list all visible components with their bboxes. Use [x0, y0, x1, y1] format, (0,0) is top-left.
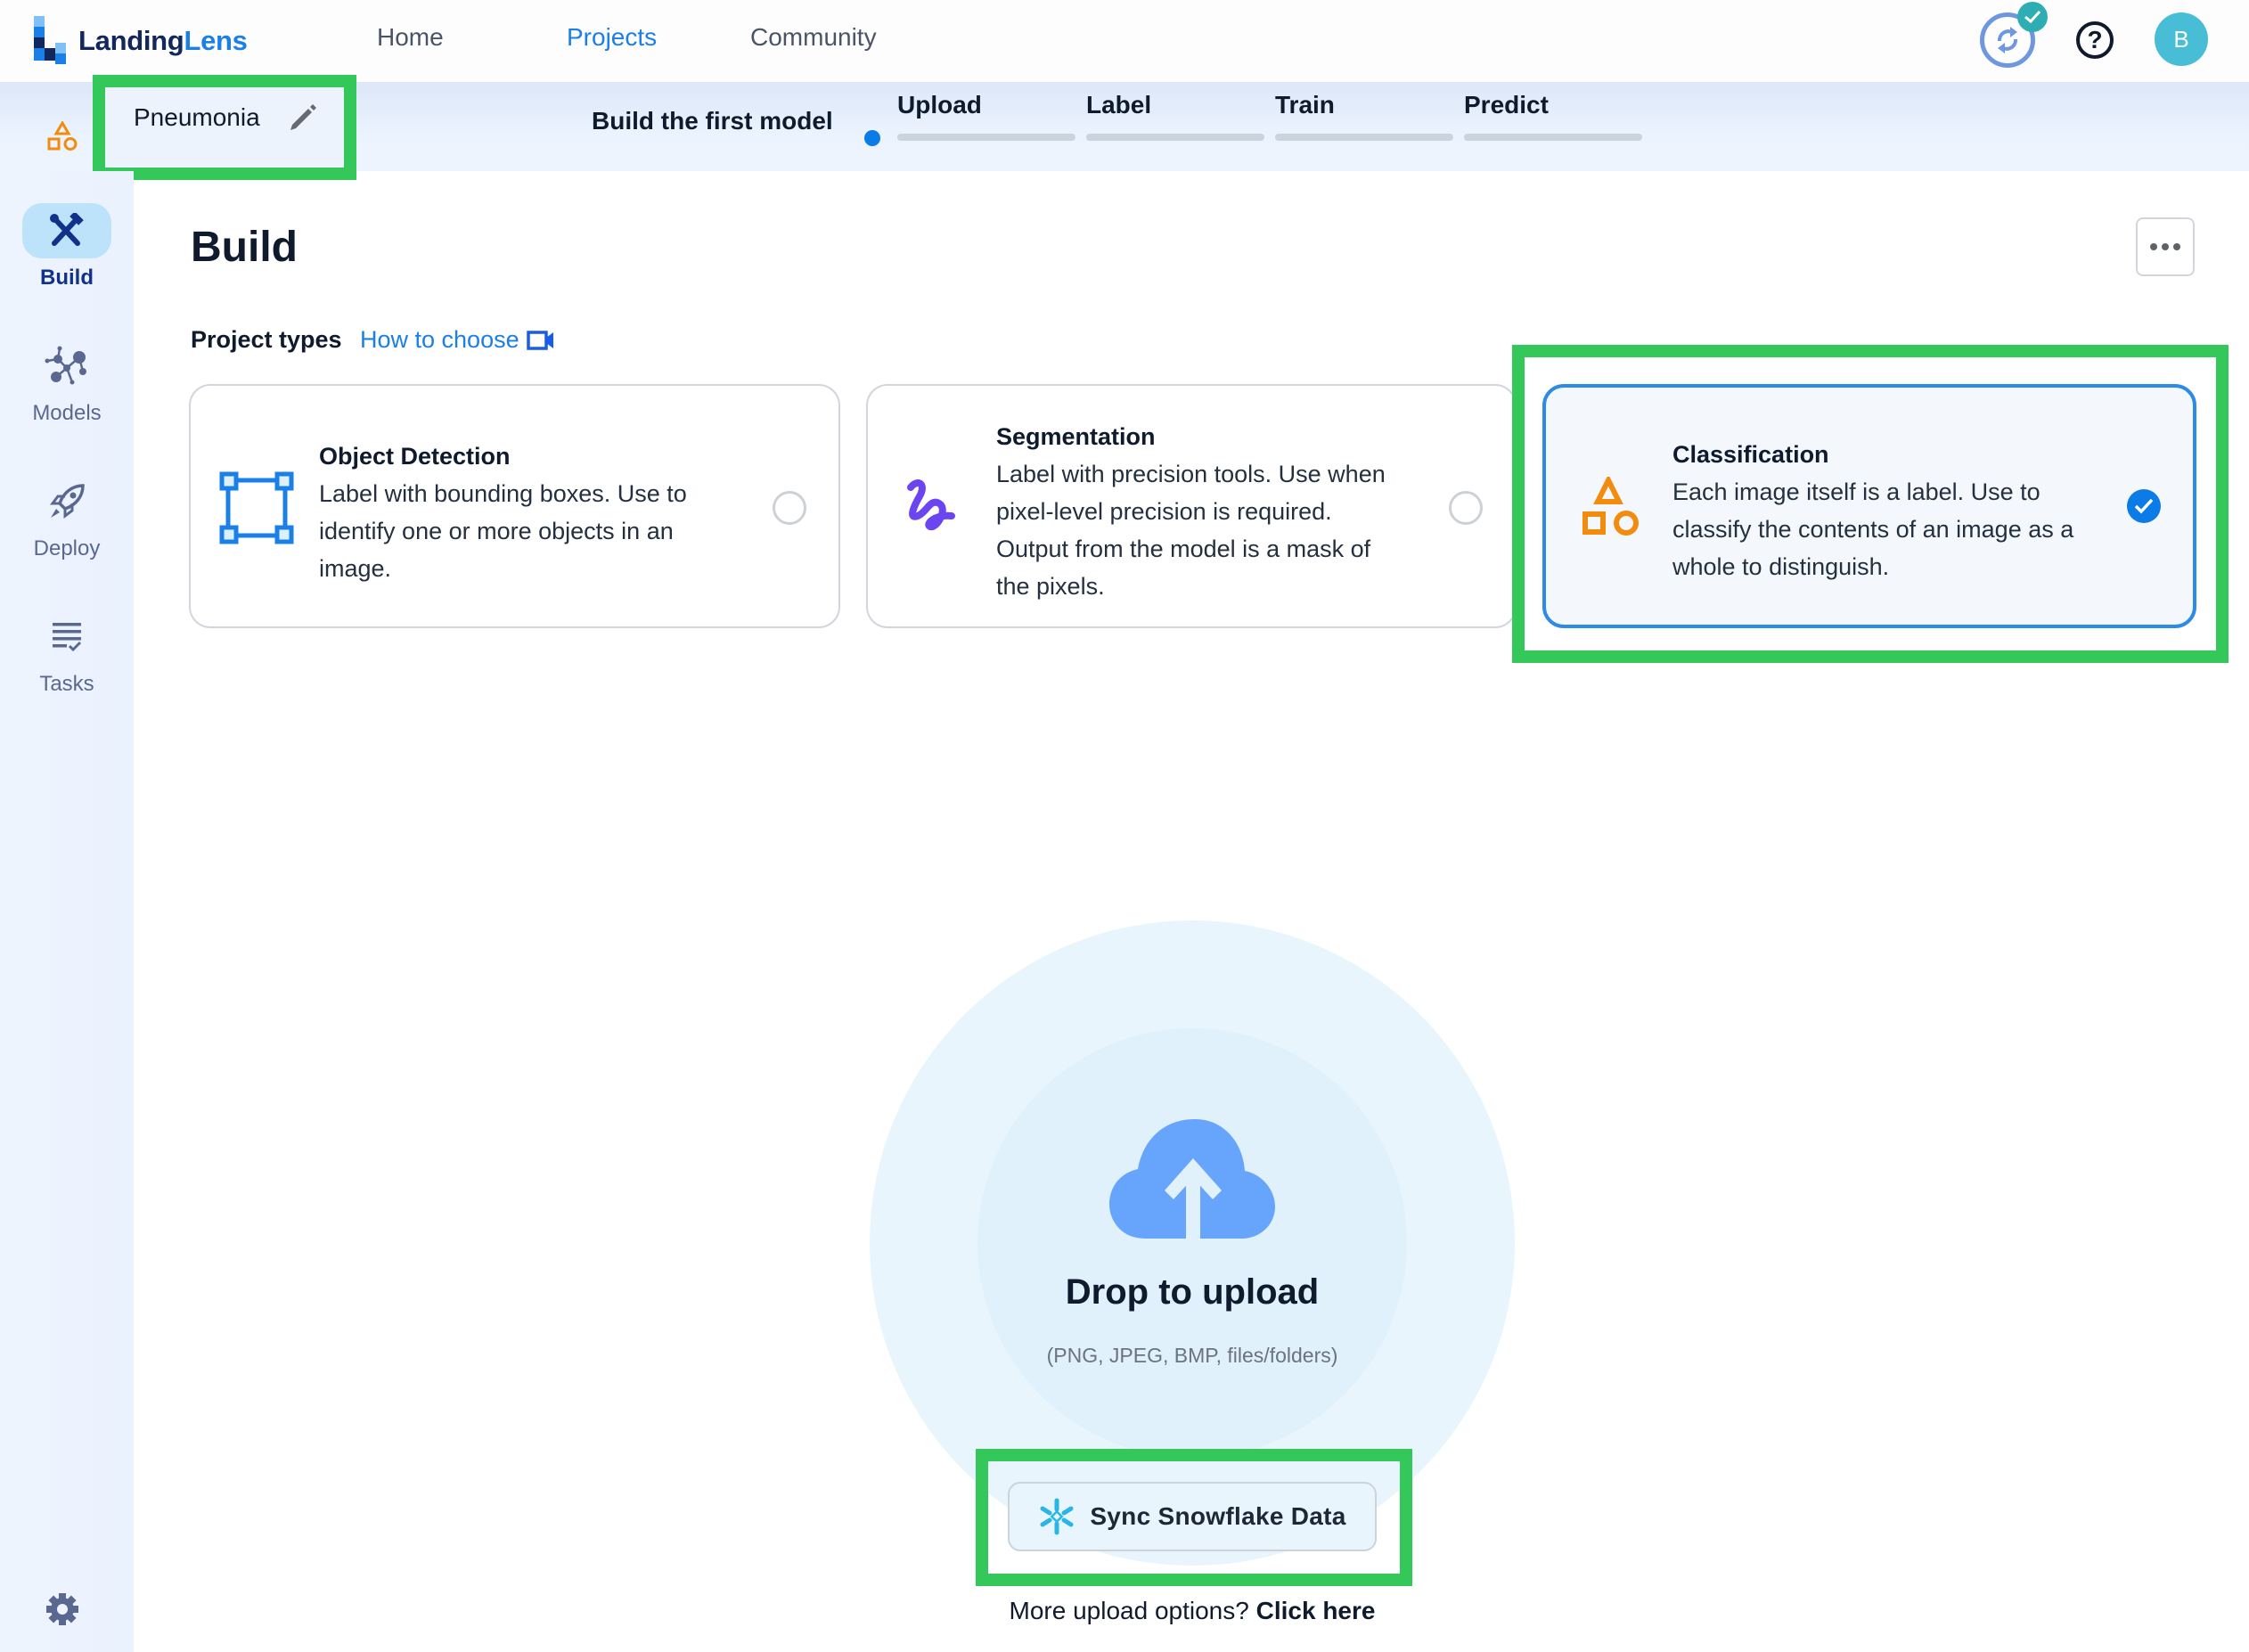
sync-complete-badge [2017, 2, 2048, 32]
build-tools-icon [50, 213, 84, 246]
progress-step-train[interactable]: Train [1275, 91, 1453, 141]
card-title: Segmentation [996, 423, 1156, 450]
supported-formats: (PNG, JPEG, BMP, files/folders) [1046, 1344, 1338, 1367]
drop-to-upload-title: Drop to upload [1065, 1272, 1320, 1312]
sidebar-item-tasks[interactable]: Tasks [0, 609, 134, 697]
project-type-card-classification[interactable]: Classification Each image itself is a la… [1542, 384, 2196, 628]
bounding-box-icon [219, 471, 294, 544]
settings-button[interactable] [45, 1591, 80, 1632]
project-type-card-segmentation[interactable]: Segmentation Label with precision tools.… [866, 384, 1517, 628]
cloud-upload-icon [1109, 1119, 1275, 1240]
logo-text-lens: Lens [184, 25, 248, 56]
tasks-list-icon [53, 623, 82, 652]
sync-snowflake-label: Sync Snowflake Data [1090, 1502, 1346, 1530]
progress-title: Build the first model [592, 107, 833, 135]
card-title: Object Detection [319, 443, 511, 470]
card-description: Label with precision tools. Use when pix… [996, 461, 1386, 600]
progress-current-dot [864, 130, 880, 146]
how-to-choose-text: How to choose [360, 326, 519, 353]
sidebar-item-deploy[interactable]: Deploy [0, 474, 134, 561]
logo-text-landing: Landing [78, 25, 184, 56]
landinglens-logo[interactable]: LandingLens [30, 14, 248, 68]
logo-cubes-icon [34, 16, 66, 64]
card-description: Label with bounding boxes. Use to identi… [319, 480, 687, 582]
step-bar [1275, 134, 1453, 141]
logo-text: LandingLens [78, 25, 248, 57]
dot-icon [2173, 243, 2180, 250]
gear-icon [46, 1593, 78, 1625]
project-type-icon [46, 120, 78, 156]
edit-project-name-button[interactable] [287, 102, 317, 136]
project-name[interactable]: Pneumonia [134, 103, 260, 132]
sidebar-item-build[interactable]: Build [0, 203, 134, 290]
project-type-card-object-detection[interactable]: Object Detection Label with bounding box… [189, 384, 840, 628]
top-navigation-bar: LandingLens Home Projects Community ? B [0, 0, 2249, 82]
radio-classification[interactable] [2127, 489, 2161, 523]
question-icon: ? [2087, 26, 2103, 53]
squiggle-brush-icon [907, 479, 955, 530]
radio-segmentation[interactable] [1449, 491, 1483, 525]
step-bar [1086, 134, 1264, 141]
more-options-text: More upload options? [1009, 1597, 1249, 1624]
project-types-label: Project types [191, 326, 342, 353]
video-camera-icon [526, 330, 553, 350]
radio-object-detection[interactable] [773, 491, 806, 525]
upload-cloud [1109, 1119, 1275, 1245]
sync-icon [1998, 27, 2017, 53]
dot-icon [2150, 243, 2157, 250]
rocket-icon [50, 484, 85, 519]
snowflake-icon [1040, 1498, 1074, 1535]
sidebar-item-models[interactable]: Models [0, 339, 134, 426]
check-icon [2024, 10, 2041, 24]
nav-projects[interactable]: Projects [567, 23, 657, 52]
sync-snowflake-button[interactable]: Sync Snowflake Data [1008, 1482, 1377, 1551]
check-icon [2134, 498, 2154, 514]
step-bar [897, 134, 1075, 141]
models-network-icon [45, 346, 86, 385]
shapes-icon [47, 120, 78, 151]
step-label: Upload [897, 91, 982, 119]
page-title: Build [191, 224, 298, 271]
nav-home[interactable]: Home [377, 23, 444, 52]
card-title: Classification [1672, 441, 1829, 468]
sidebar-label: Deploy [33, 536, 101, 560]
dot-icon [2162, 243, 2169, 250]
more-options-button[interactable] [2136, 217, 2195, 276]
how-to-choose-link[interactable]: How to choose [360, 326, 555, 354]
step-label: Train [1275, 91, 1335, 119]
progress-step-predict[interactable]: Predict [1464, 91, 1642, 141]
user-avatar[interactable]: B [2155, 12, 2208, 66]
step-label: Predict [1464, 91, 1549, 119]
more-upload-options: More upload options? Click here [870, 1597, 1515, 1625]
step-label: Label [1086, 91, 1152, 119]
sidebar-label: Build [40, 266, 94, 290]
progress-step-upload[interactable]: Upload [897, 91, 1075, 141]
click-here-link[interactable]: Click here [1256, 1597, 1376, 1624]
card-description: Each image itself is a label. Use to cla… [1672, 478, 2074, 580]
shapes-icon [1582, 474, 1639, 536]
pencil-icon [290, 104, 316, 130]
progress-step-label[interactable]: Label [1086, 91, 1264, 141]
help-button[interactable]: ? [2076, 21, 2114, 59]
nav-community[interactable]: Community [750, 23, 877, 52]
sidebar-label: Tasks [39, 672, 94, 696]
sidebar-label: Models [32, 401, 102, 425]
step-bar [1464, 134, 1642, 141]
